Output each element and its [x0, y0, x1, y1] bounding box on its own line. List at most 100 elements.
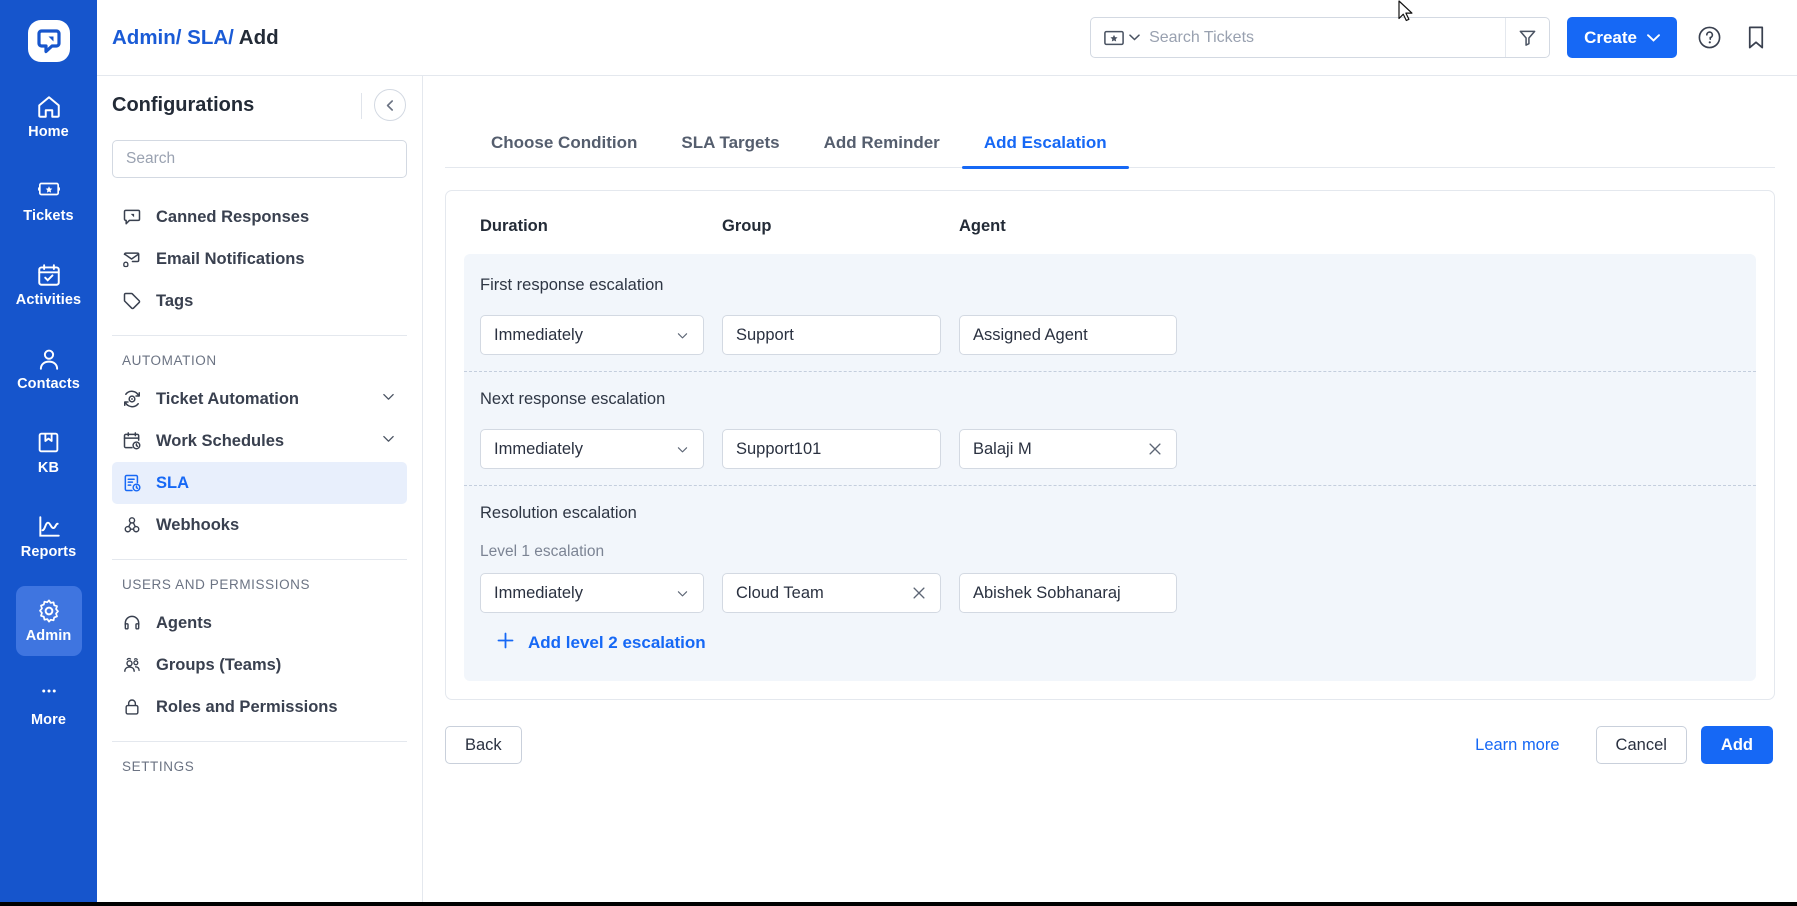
- group-input[interactable]: Cloud Team: [722, 573, 941, 613]
- people-icon: [122, 655, 142, 675]
- rail-item-label: Activities: [15, 292, 82, 309]
- chevron-down-icon[interactable]: [380, 430, 397, 452]
- breadcrumb-add: Add: [233, 25, 279, 49]
- chevron-down-icon: [1647, 33, 1660, 42]
- bookmark-button[interactable]: [1741, 23, 1771, 53]
- tab-add-escalation[interactable]: Add Escalation: [961, 133, 1129, 169]
- sidebar-item-label: SLA: [156, 473, 189, 492]
- escalation-section: Next response escalation Immediately Suppo…: [464, 371, 1756, 485]
- escalation-section: First response escalation Immediately Supp…: [464, 258, 1756, 371]
- agent-input[interactable]: Abishek Sobhanaraj: [959, 573, 1177, 613]
- column-header-agent: Agent: [959, 217, 1006, 235]
- email-bell-icon: [122, 249, 142, 269]
- agent-input[interactable]: Assigned Agent: [959, 315, 1177, 355]
- sidebar-item-label: Roles and Permissions: [156, 697, 338, 716]
- plus-icon: [496, 631, 515, 655]
- agent-input[interactable]: Balaji M: [959, 429, 1177, 469]
- sidebar-item-ticket-automation[interactable]: Ticket Automation: [112, 378, 407, 420]
- chevron-left-icon: [386, 99, 393, 111]
- agent-input-cell: Balaji M: [959, 429, 1177, 469]
- sidebar-item-webhooks[interactable]: Webhooks: [112, 504, 407, 546]
- top-bar-actions: Create: [1090, 17, 1771, 58]
- add-button[interactable]: Add: [1700, 726, 1773, 764]
- configurations-title: Configurations: [112, 93, 255, 116]
- search-filter-button[interactable]: [1505, 18, 1549, 57]
- sidebar-group-label: Users and Permissions: [122, 577, 311, 592]
- calendar-clock-icon: [122, 431, 142, 451]
- sidebar-item-label: Ticket Automation: [156, 389, 300, 408]
- help-button[interactable]: [1694, 23, 1724, 53]
- rail-item-kb[interactable]: KB: [16, 418, 82, 488]
- rail-item-label: Reports: [20, 544, 77, 561]
- add-level-escalation-label: Add level 2 escalation: [528, 633, 706, 652]
- rail-item-more[interactable]: More: [16, 670, 82, 740]
- escalation-section-title: Resolution escalation: [480, 504, 637, 522]
- search-input[interactable]: [1149, 18, 1506, 57]
- sidebar-search-input[interactable]: [126, 150, 393, 168]
- rail-item-contacts[interactable]: Contacts: [16, 334, 82, 404]
- rail-item-activities[interactable]: Activities: [16, 250, 82, 320]
- search-type-selector[interactable]: [1091, 30, 1149, 46]
- duration-select[interactable]: Immediately: [480, 573, 704, 613]
- form-footer: Back Learn more Cancel Add: [445, 726, 1775, 764]
- tag-icon: [122, 291, 142, 311]
- sidebar-collapse-button[interactable]: [361, 89, 406, 121]
- back-button[interactable]: Back: [445, 726, 522, 764]
- rail-item-home[interactable]: Home: [16, 82, 82, 152]
- sidebar-item-work-schedules[interactable]: Work Schedules: [112, 420, 407, 462]
- main-panel: Choose Condition SLA Targets Add Reminder A…: [423, 76, 1797, 902]
- rail-item-reports[interactable]: Reports: [16, 502, 82, 572]
- sidebar-item-tags[interactable]: Tags: [112, 280, 407, 322]
- help-circle-icon: [1698, 26, 1720, 49]
- sidebar-item-groups-teams[interactable]: Groups (Teams): [112, 644, 407, 686]
- clear-icon[interactable]: [1147, 441, 1163, 457]
- duration-select-value: Immediately: [494, 325, 583, 344]
- group-input-cell: Support101: [722, 429, 959, 469]
- filter-icon: [1519, 30, 1536, 46]
- escalation-section: Resolution escalation Level 1 escalation I…: [464, 485, 1756, 673]
- sidebar-item-email-notifications[interactable]: Email Notifications: [112, 238, 407, 280]
- column-header-group: Group: [722, 217, 772, 235]
- bookmark-icon: [1748, 26, 1764, 49]
- agent-input-value: Balaji M: [973, 439, 1032, 458]
- chevron-down-icon[interactable]: [380, 388, 397, 410]
- breadcrumb-sla[interactable]: SLA/: [181, 26, 234, 49]
- escalation-sections: First response escalation Immediately Supp…: [464, 254, 1756, 681]
- rail-item-label: KB: [37, 460, 60, 477]
- learn-more-link[interactable]: Learn more: [1475, 736, 1559, 755]
- search-bar: [1090, 17, 1551, 58]
- rail-item-tickets[interactable]: Tickets: [16, 166, 82, 236]
- tab-add-reminder[interactable]: Add Reminder: [802, 133, 962, 167]
- add-level-escalation-button[interactable]: Add level 2 escalation: [496, 631, 706, 655]
- create-button[interactable]: Create: [1567, 17, 1677, 58]
- rail-item-admin[interactable]: Admin: [15, 586, 82, 656]
- group-input[interactable]: Support101: [722, 429, 941, 469]
- clear-icon[interactable]: [911, 585, 927, 601]
- breadcrumb-admin[interactable]: Admin/: [112, 26, 181, 49]
- sidebar-item-canned-responses[interactable]: Canned Responses: [112, 196, 407, 238]
- home-icon: [36, 94, 62, 120]
- gear-icon: [36, 598, 62, 624]
- tab-sla-targets[interactable]: SLA Targets: [659, 133, 801, 167]
- group-input-cell: Support: [722, 315, 959, 355]
- escalation-row: Immediately Support101 Balaji M: [480, 429, 1740, 469]
- sidebar-item-sla[interactable]: SLA: [112, 462, 407, 504]
- calendar-check-icon: [36, 262, 62, 288]
- duration-select[interactable]: Immediately: [480, 315, 704, 355]
- sidebar-divider: [112, 559, 407, 560]
- cancel-button[interactable]: Cancel: [1595, 726, 1687, 764]
- canned-response-icon: [122, 207, 142, 227]
- tab-choose-condition[interactable]: Choose Condition: [469, 133, 659, 167]
- escalation-level-label: Level 1 escalation: [480, 543, 605, 560]
- agent-input-value: Assigned Agent: [973, 325, 1088, 344]
- duration-select-cell: Immediately: [480, 429, 722, 469]
- sidebar-item-agents[interactable]: Agents: [112, 602, 407, 644]
- sidebar-item-roles-and-permissions[interactable]: Roles and Permissions: [112, 686, 407, 728]
- chevron-down-icon: [675, 586, 690, 601]
- chevron-down-icon: [1129, 34, 1140, 41]
- automation-icon: [122, 389, 142, 409]
- group-input[interactable]: Support: [722, 315, 941, 355]
- app-logo-icon[interactable]: [26, 18, 72, 64]
- sidebar-item-label: Email Notifications: [156, 249, 305, 268]
- duration-select[interactable]: Immediately: [480, 429, 704, 469]
